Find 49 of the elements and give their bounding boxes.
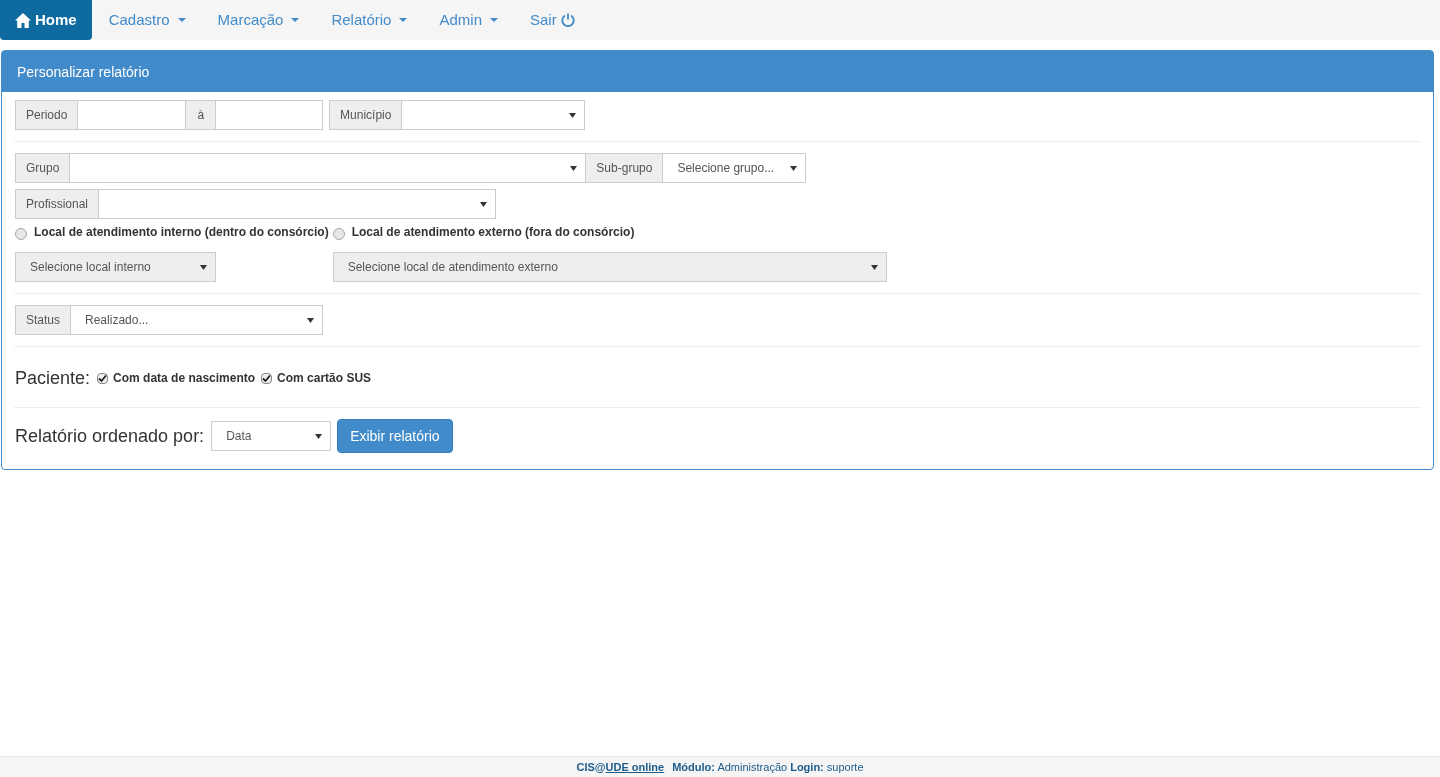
- sort-label: Relatório ordenado por:: [15, 425, 205, 448]
- checkbox-label: Com data de nascimento: [113, 370, 256, 386]
- field-label: Status: [15, 305, 72, 335]
- caret-icon: [490, 18, 498, 22]
- field-label: Periodo: [15, 100, 79, 130]
- radio-button[interactable]: [15, 228, 27, 240]
- caret-icon: [315, 433, 323, 439]
- field-label: Profissional: [15, 189, 100, 219]
- radio-label: Local de atendimento externo (fora do consórcio): [351, 224, 635, 240]
- caret-icon: [200, 264, 207, 270]
- nav-item[interactable]: Admin: [424, 0, 513, 40]
- dropdown-select[interactable]: Realizado...: [70, 305, 324, 335]
- caret-icon: [870, 264, 878, 270]
- checkbox[interactable]: [261, 372, 273, 384]
- nav-item[interactable]: Sair: [515, 0, 590, 40]
- brand-text: CIS@: [576, 760, 606, 773]
- field-label: Município: [329, 100, 403, 130]
- caret-icon: [307, 317, 315, 323]
- panel-title: Personalizar relatório: [2, 51, 1433, 92]
- field-label: Sub-grupo: [585, 153, 664, 183]
- checkbox[interactable]: [97, 372, 109, 384]
- dropdown-select[interactable]: [98, 189, 497, 219]
- caret-icon: [790, 165, 798, 171]
- nav-item[interactable]: Cadastro: [93, 0, 201, 40]
- caret-icon: [569, 112, 577, 118]
- caret-icon: [399, 18, 408, 22]
- module-login-info: Módulo: Administração Login: suporte: [672, 759, 864, 775]
- nav-item[interactable]: Relatório: [316, 0, 423, 40]
- paciente-label: Paciente:: [15, 367, 91, 390]
- checkbox-label: Com cartão SUS: [277, 370, 372, 386]
- show-report-button[interactable]: Exibir relatório: [337, 419, 453, 453]
- nav-item[interactable]: Marcação: [202, 0, 315, 40]
- dropdown-select[interactable]: [69, 153, 587, 183]
- caret-icon: [177, 18, 186, 22]
- text-field[interactable]: [77, 100, 187, 130]
- dropdown-select[interactable]: Data: [211, 421, 332, 451]
- municipio-select[interactable]: [401, 100, 586, 130]
- dropdown-select[interactable]: Selecione grupo...: [662, 153, 807, 183]
- radio-label: Local de atendimento interno (dentro do consórcio): [34, 224, 329, 240]
- caret-icon: [570, 165, 578, 171]
- caret-icon: [480, 201, 488, 207]
- power-icon: [560, 13, 575, 27]
- radio-button[interactable]: [332, 228, 345, 240]
- home-icon: [15, 12, 31, 28]
- text-field[interactable]: [215, 100, 324, 130]
- nav-item[interactable]: Home: [0, 0, 92, 40]
- caret-icon: [291, 18, 300, 22]
- brand-link[interactable]: UDE online: [605, 760, 665, 773]
- field-label: Grupo: [15, 153, 71, 183]
